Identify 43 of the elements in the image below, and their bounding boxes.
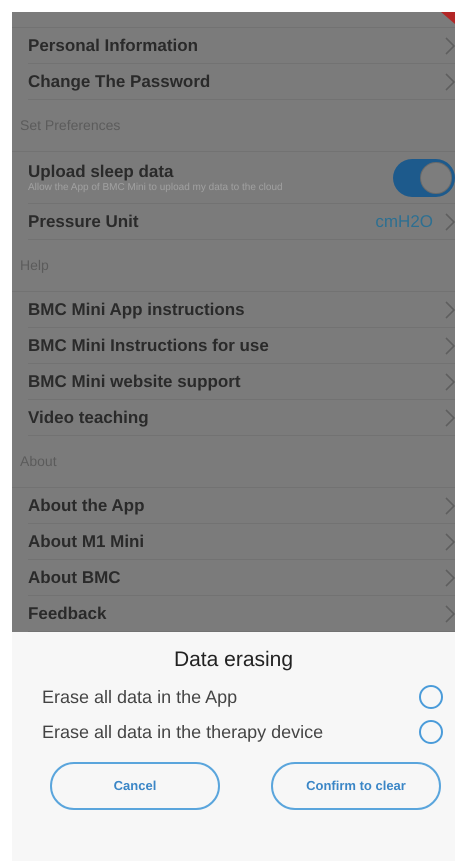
corner-badge-icon [441, 12, 455, 24]
settings-row[interactable]: About BMC [28, 560, 455, 596]
radio-button[interactable] [419, 720, 443, 744]
setting-label: Change The Password [28, 70, 210, 92]
chevron-right-icon [445, 372, 455, 390]
settings-row[interactable]: Personal Information [28, 28, 455, 64]
chevron-right-icon [445, 496, 455, 514]
settings-row[interactable]: Change The Password [28, 64, 455, 100]
chevron-right-icon [445, 300, 455, 318]
chevron-right-icon [445, 604, 455, 622]
chevron-right-icon [445, 72, 455, 90]
settings-row[interactable]: About M1 Mini [28, 524, 455, 560]
setting-label: About BMC [28, 566, 121, 588]
setting-label: Feedback [28, 602, 106, 624]
setting-label: BMC Mini App instructions [28, 298, 245, 320]
setting-label: About M1 Mini [28, 530, 144, 552]
setting-label: BMC Mini website support [28, 370, 240, 392]
setting-label: Pressure Unit [28, 210, 139, 232]
settings-row[interactable]: BMC Mini website support [28, 364, 455, 400]
toggle-switch[interactable] [393, 158, 455, 196]
setting-label: Video teaching [28, 406, 149, 428]
settings-row[interactable]: About the App [28, 488, 455, 524]
radio-button[interactable] [419, 685, 443, 709]
option-label: Erase all data in the App [42, 686, 238, 709]
settings-row[interactable]: Pressure Unit cmH2O [28, 204, 455, 240]
setting-value: cmH2O [375, 210, 433, 233]
chevron-right-icon [445, 532, 455, 550]
chevron-right-icon [445, 568, 455, 586]
setting-label: Personal Information [28, 34, 198, 56]
dialog-title: Data erasing [174, 647, 294, 673]
settings-row[interactable]: BMC Mini App instructions [28, 292, 455, 328]
setting-label: Upload sleep data [28, 160, 174, 182]
chevron-right-icon [445, 212, 455, 230]
setting-label: BMC Mini Instructions for use [28, 334, 269, 356]
chevron-right-icon [445, 36, 455, 54]
chevron-right-icon [445, 408, 455, 426]
cancel-button[interactable]: Cancel [50, 762, 220, 810]
chevron-right-icon [445, 336, 455, 354]
setting-label: About the App [28, 494, 144, 516]
option-label: Erase all data in the therapy device [42, 720, 324, 744]
confirm-button[interactable]: Confirm to clear [271, 762, 441, 810]
settings-row[interactable]: Video teaching [28, 400, 455, 436]
settings-row[interactable]: BMC Mini Instructions for use [28, 328, 455, 364]
